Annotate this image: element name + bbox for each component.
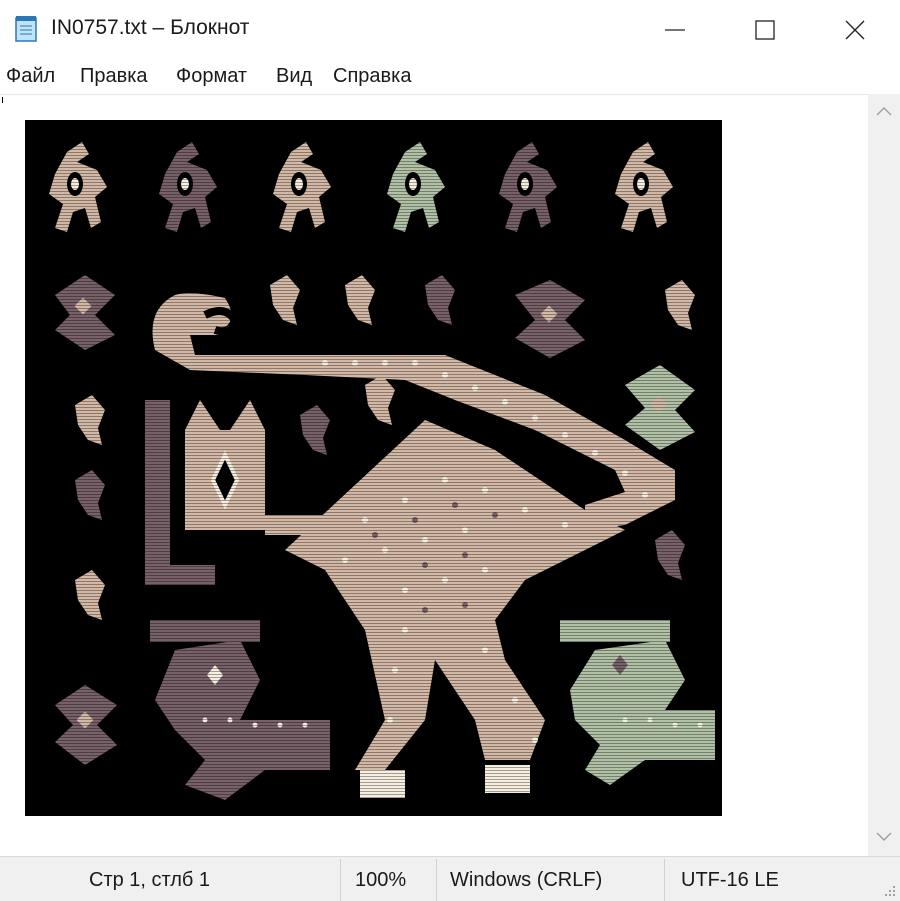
- line-endings: Windows (CRLF): [450, 869, 603, 891]
- minimize-button[interactable]: [630, 0, 720, 60]
- menu-view[interactable]: Вид: [276, 65, 312, 88]
- status-divider: [436, 859, 437, 901]
- close-icon: [845, 20, 865, 40]
- cursor-position: Стр 1, стлб 1: [89, 869, 211, 891]
- text-caret: [2, 97, 3, 103]
- ascii-art-textile: [25, 120, 722, 816]
- vertical-scrollbar[interactable]: [868, 94, 900, 856]
- title-bar: IN0757.txt – Блокнот: [0, 0, 900, 60]
- menu-bar: Файл Правка Формат Вид Справка: [0, 62, 900, 92]
- notepad-icon: [15, 16, 37, 42]
- status-divider: [340, 859, 341, 901]
- menu-edit[interactable]: Правка: [80, 65, 148, 88]
- encoding: UTF-16 LE: [681, 869, 779, 891]
- maximize-button[interactable]: [720, 0, 810, 60]
- close-button[interactable]: [810, 0, 900, 60]
- status-divider: [664, 859, 665, 901]
- menu-file[interactable]: Файл: [6, 65, 55, 88]
- menu-format[interactable]: Формат: [176, 65, 247, 88]
- minimize-icon: [665, 29, 685, 31]
- window-title: IN0757.txt – Блокнот: [51, 16, 250, 39]
- status-bar: Стр 1, стлб 1 100% Windows (CRLF) UTF-16…: [0, 856, 900, 901]
- resize-grip-icon[interactable]: [882, 883, 896, 897]
- scroll-down-icon[interactable]: [876, 832, 892, 842]
- maximize-icon: [755, 20, 775, 40]
- scroll-up-icon[interactable]: [876, 106, 892, 116]
- menu-help[interactable]: Справка: [333, 65, 411, 88]
- zoom-level: 100%: [355, 869, 407, 891]
